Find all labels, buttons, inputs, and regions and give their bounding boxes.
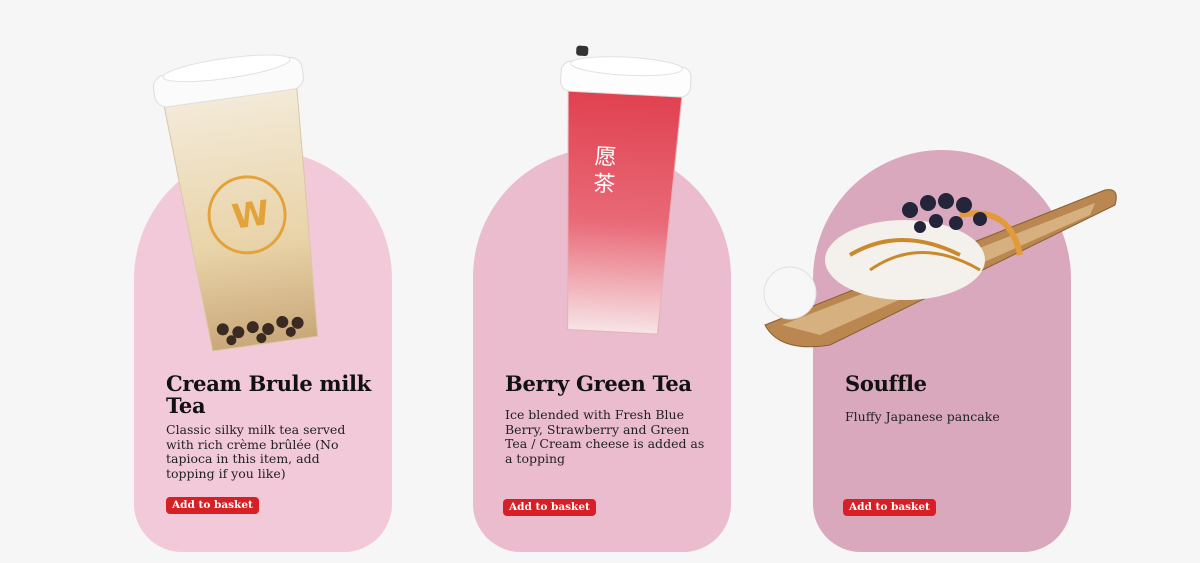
- add-to-basket-button[interactable]: Add to basket: [166, 497, 259, 514]
- svg-text:W: W: [230, 193, 273, 238]
- svg-text:茶: 茶: [593, 172, 616, 198]
- product-description: Ice blended with Fresh Blue Berry, Straw…: [505, 407, 705, 466]
- product-description: Fluffy Japanese pancake: [845, 409, 1000, 424]
- add-to-basket-button[interactable]: Add to basket: [503, 499, 596, 516]
- product-title: Souffle: [845, 371, 927, 396]
- berry-tea-cup-image: 愿 茶: [560, 45, 692, 335]
- product-title: Cream Brule milk Tea: [166, 371, 371, 418]
- product-title: Berry Green Tea: [505, 371, 692, 396]
- souffle-plate-image: [763, 189, 1117, 348]
- add-to-basket-button[interactable]: Add to basket: [843, 499, 936, 516]
- svg-text:愿: 愿: [594, 145, 617, 171]
- product-description: Classic silky milk tea served with rich …: [166, 422, 346, 481]
